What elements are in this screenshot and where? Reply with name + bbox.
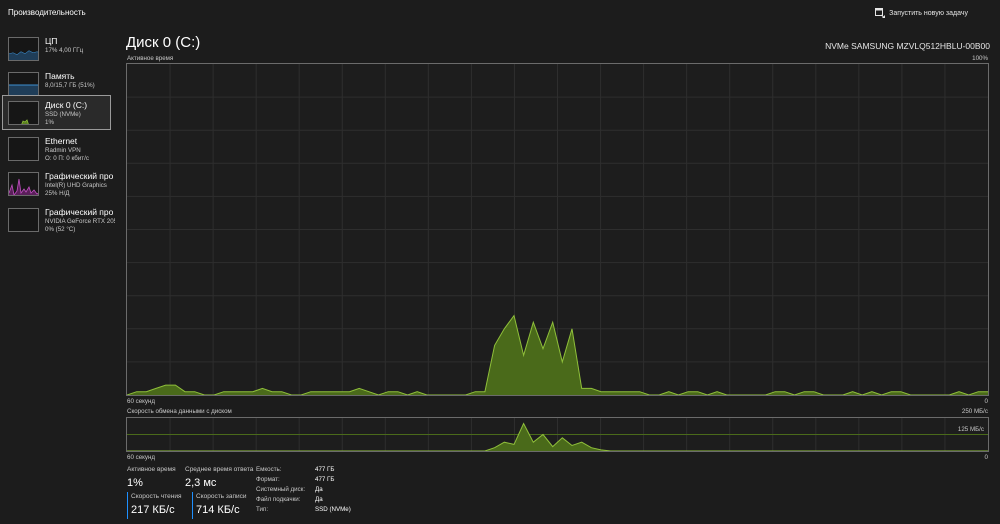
- transfer-rate-chart: [127, 418, 988, 452]
- read-speed-indicator: [127, 492, 128, 519]
- gpu-intel-thumbnail: [8, 172, 39, 196]
- type-label: Тип:: [256, 506, 269, 513]
- disk-stats: Активное время 1% Среднее время ответа 2…: [126, 465, 526, 521]
- sidebar-item-detail2: 0% (52 °C): [45, 226, 76, 233]
- run-task-label: Запустить новую задачу: [889, 9, 968, 17]
- sidebar-item-label: Ethernet: [45, 136, 78, 146]
- sidebar-item-detail: Intel(R) UHD Graphics: [45, 182, 107, 189]
- transfer-rate-mid-label: 125 МБ/с: [957, 426, 984, 433]
- active-time-duration-label: 60 секунд: [127, 398, 156, 405]
- sidebar-item-detail: NVIDIA GeForce RTX 205: [45, 218, 115, 225]
- active-time-graph: [126, 63, 989, 396]
- sidebar-item-detail2: 25% Н/Д: [45, 190, 70, 197]
- response-time-label: Среднее время ответа: [185, 466, 254, 473]
- page-title: Производительность: [8, 8, 86, 17]
- transfer-rate-min-label: 0: [984, 454, 988, 461]
- active-time-max-label: 100%: [972, 55, 988, 62]
- sidebar-item-ethernet[interactable]: Ethernet Radmin VPN О: 0 П: 0 кбит/с: [2, 131, 111, 166]
- page-file-label: Файл подкачки:: [256, 496, 301, 503]
- write-speed-value: 714 КБ/с: [196, 504, 240, 516]
- sidebar-item-label: Память: [45, 71, 75, 81]
- run-task-icon: [875, 8, 886, 18]
- sidebar-item-detail: 17% 4,00 ГГц: [45, 47, 84, 54]
- sidebar-item-label: ЦП: [45, 36, 58, 46]
- active-time-stat-value: 1%: [127, 477, 143, 489]
- sidebar-item-gpu-intel[interactable]: Графический про Intel(R) UHD Graphics 25…: [2, 166, 113, 201]
- sidebar-item-detail2: О: 0 П: 0 кбит/с: [45, 155, 89, 162]
- sidebar-item-detail: Radmin VPN: [45, 147, 81, 154]
- disk-title: Диск 0 (C:): [126, 34, 201, 51]
- sidebar-item-detail2: 1%: [45, 119, 54, 126]
- sidebar-item-detail: 8,0/15,7 ГБ (51%): [45, 82, 95, 89]
- capacity-value: 477 ГБ: [315, 466, 335, 473]
- sidebar-item-label: Графический про: [45, 207, 114, 217]
- active-time-stat-label: Активное время: [127, 466, 176, 473]
- write-speed-indicator: [192, 492, 193, 519]
- read-speed-value: 217 КБ/с: [131, 504, 175, 516]
- cpu-thumbnail: [8, 37, 39, 61]
- sidebar-item-disk0[interactable]: Диск 0 (C:) SSD (NVMe) 1%: [2, 95, 111, 130]
- transfer-rate-duration-label: 60 секунд: [127, 454, 156, 461]
- ethernet-thumbnail: [8, 137, 39, 161]
- sidebar-item-detail: SSD (NVMe): [45, 111, 81, 118]
- memory-thumbnail: [8, 72, 39, 96]
- header: Производительность Запустить новую задач…: [0, 0, 1000, 26]
- system-disk-label: Системный диск:: [256, 486, 306, 493]
- sidebar-item-label: Диск 0 (C:): [45, 100, 88, 110]
- write-speed-label: Скорость записи: [196, 493, 247, 500]
- sidebar-item-gpu-nvidia[interactable]: Графический про NVIDIA GeForce RTX 205 0…: [2, 202, 115, 237]
- system-disk-value: Да: [315, 486, 323, 493]
- disk-model: NVMe SAMSUNG MZVLQ512HBLU-00B00: [825, 41, 990, 51]
- gpu-nvidia-thumbnail: [8, 208, 39, 232]
- active-time-chart: [126, 64, 988, 396]
- active-time-graph-label: Активное время: [127, 55, 174, 62]
- type-value: SSD (NVMe): [315, 506, 351, 513]
- read-speed-label: Скорость чтения: [131, 493, 182, 500]
- capacity-label: Емкость:: [256, 466, 282, 473]
- transfer-rate-max-label: 250 МБ/с: [961, 408, 988, 415]
- active-time-min-label: 0: [984, 398, 988, 405]
- response-time-value: 2,3 мс: [185, 477, 217, 489]
- sidebar-item-label: Графический про: [45, 171, 114, 181]
- sidebar-item-cpu[interactable]: ЦП 17% 4,00 ГГц: [2, 31, 111, 66]
- transfer-rate-graph-label: Скорость обмена данными с диском: [127, 408, 232, 415]
- run-new-task-button[interactable]: Запустить новую задачу: [875, 7, 968, 19]
- transfer-rate-graph: 125 МБ/с: [126, 417, 989, 452]
- disk-thumbnail: [8, 101, 39, 125]
- format-value: 477 ГБ: [315, 476, 335, 483]
- format-label: Формат:: [256, 476, 280, 483]
- page-file-value: Да: [315, 496, 323, 503]
